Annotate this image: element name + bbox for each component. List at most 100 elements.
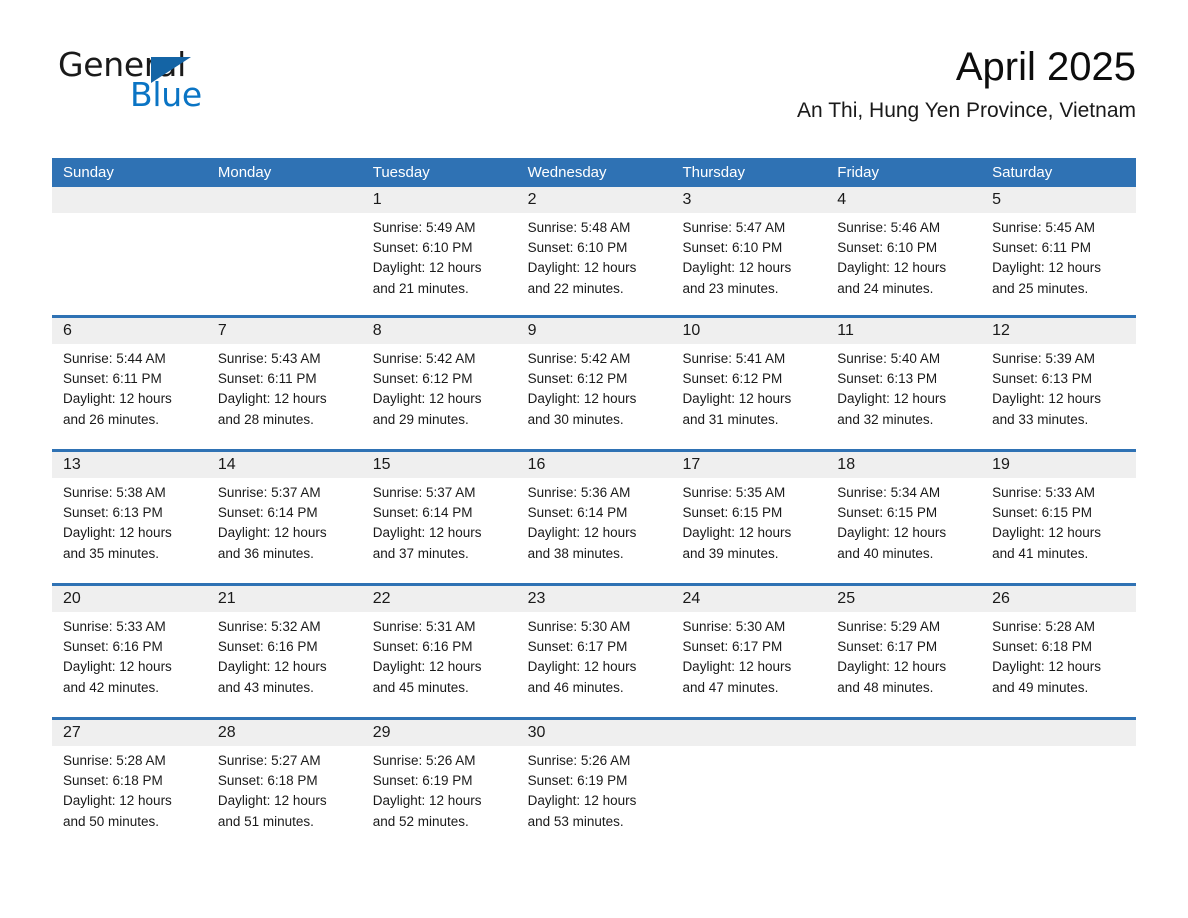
- day-sun-info: Sunrise: 5:30 AM Sunset: 6:17 PM Daylight:…: [682, 612, 826, 698]
- calendar-week-row: 27 Sunrise: 5:28 AM Sunset: 6:18 PM Dayligh…: [52, 717, 1136, 840]
- day-info-line: and 23 minutes.: [682, 280, 779, 296]
- day-info-line: Daylight: 12 hours: [217, 525, 327, 541]
- day-cell[interactable]: 18 Sunrise: 5:34 AM Sunset: 6:15 PM Dayligh…: [826, 452, 981, 583]
- day-number: 18: [837, 456, 856, 473]
- day-sun-info: [992, 746, 1136, 751]
- day-cell[interactable]: 7 Sunrise: 5:43 AM Sunset: 6:11 PM Daylight…: [207, 318, 362, 449]
- day-cell[interactable]: 26 Sunrise: 5:28 AM Sunset: 6:18 PM Dayligh…: [981, 586, 1136, 717]
- day-cell[interactable]: 20 Sunrise: 5:33 AM Sunset: 6:16 PM Dayligh…: [52, 586, 207, 717]
- day-info-line: and 29 minutes.: [372, 411, 469, 427]
- day-info-line: Sunrise: 5:43 AM: [217, 351, 321, 366]
- day-cell[interactable]: 2 Sunrise: 5:48 AM Sunset: 6:10 PM Daylight…: [517, 187, 672, 315]
- day-info-line: and 42 minutes.: [63, 679, 160, 695]
- day-info-line: Sunrise: 5:28 AM: [63, 753, 166, 768]
- day-info-line: Sunrise: 5:45 AM: [992, 220, 1095, 235]
- day-info-line: and 45 minutes.: [372, 679, 469, 695]
- day-info-line: Sunset: 6:12 PM: [527, 371, 628, 387]
- day-info-line: Sunrise: 5:47 AM: [682, 220, 786, 235]
- day-sun-info: Sunrise: 5:36 AM Sunset: 6:14 PM Daylight:…: [528, 478, 672, 564]
- day-cell[interactable]: 27 Sunrise: 5:28 AM Sunset: 6:18 PM Dayligh…: [52, 720, 207, 840]
- day-number: 28: [217, 724, 236, 741]
- day-info-line: Daylight: 12 hours: [372, 260, 482, 276]
- day-cells: 13 Sunrise: 5:38 AM Sunset: 6:13 PM Dayligh…: [52, 452, 1136, 583]
- day-info-line: Sunrise: 5:48 AM: [527, 220, 631, 235]
- day-cell[interactable]: 23 Sunrise: 5:30 AM Sunset: 6:17 PM Dayligh…: [517, 586, 672, 717]
- day-cell[interactable]: 11 Sunrise: 5:40 AM Sunset: 6:13 PM Dayligh…: [826, 318, 981, 449]
- day-info-line: Daylight: 12 hours: [372, 391, 482, 407]
- day-info-line: Daylight: 12 hours: [372, 525, 482, 541]
- day-cell[interactable]: 22 Sunrise: 5:31 AM Sunset: 6:16 PM Dayligh…: [362, 586, 517, 717]
- day-cell[interactable]: 14 Sunrise: 5:37 AM Sunset: 6:14 PM Dayligh…: [207, 452, 362, 583]
- day-info-line: and 32 minutes.: [837, 411, 934, 427]
- day-cell-empty: [826, 720, 981, 840]
- day-cell[interactable]: 1 Sunrise: 5:49 AM Sunset: 6:10 PM Daylight…: [362, 187, 517, 315]
- day-cell[interactable]: 13 Sunrise: 5:38 AM Sunset: 6:13 PM Dayligh…: [52, 452, 207, 583]
- day-info-line: Sunset: 6:18 PM: [217, 773, 318, 789]
- day-info-line: Sunrise: 5:40 AM: [837, 351, 941, 366]
- day-info-line: Daylight: 12 hours: [527, 659, 637, 675]
- day-info-line: Sunset: 6:14 PM: [372, 505, 473, 521]
- day-cell[interactable]: 15 Sunrise: 5:37 AM Sunset: 6:14 PM Dayligh…: [362, 452, 517, 583]
- day-sun-info: Sunrise: 5:27 AM Sunset: 6:18 PM Daylight:…: [218, 746, 362, 832]
- day-info-line: Daylight: 12 hours: [992, 525, 1101, 541]
- day-sun-info: Sunrise: 5:42 AM Sunset: 6:12 PM Daylight:…: [373, 344, 517, 430]
- day-sun-info: Sunrise: 5:34 AM Sunset: 6:15 PM Daylight:…: [837, 478, 981, 564]
- day-cell[interactable]: 17 Sunrise: 5:35 AM Sunset: 6:15 PM Dayligh…: [671, 452, 826, 583]
- day-info-line: Sunset: 6:10 PM: [372, 240, 473, 256]
- day-info-line: Sunrise: 5:38 AM: [63, 485, 166, 500]
- day-info-line: Daylight: 12 hours: [837, 525, 947, 541]
- day-info-line: Sunset: 6:12 PM: [682, 371, 783, 387]
- day-cell[interactable]: 10 Sunrise: 5:41 AM Sunset: 6:12 PM Dayligh…: [671, 318, 826, 449]
- day-number: 11: [837, 322, 854, 339]
- day-cell[interactable]: 16 Sunrise: 5:36 AM Sunset: 6:14 PM Dayligh…: [517, 452, 672, 583]
- day-cell-empty: [671, 720, 826, 840]
- day-sun-info: Sunrise: 5:29 AM Sunset: 6:17 PM Daylight:…: [837, 612, 981, 698]
- day-sun-info: Sunrise: 5:45 AM Sunset: 6:11 PM Daylight:…: [992, 213, 1136, 299]
- day-info-line: Daylight: 12 hours: [682, 260, 792, 276]
- day-cell-empty: [52, 187, 207, 315]
- day-info-line: and 33 minutes.: [992, 411, 1089, 427]
- day-info-line: Sunrise: 5:36 AM: [527, 485, 631, 500]
- day-info-line: Daylight: 12 hours: [63, 525, 172, 541]
- day-info-line: Sunset: 6:11 PM: [217, 371, 317, 387]
- day-sun-info: Sunrise: 5:28 AM Sunset: 6:18 PM Daylight:…: [992, 612, 1136, 698]
- day-number: 23: [527, 590, 546, 607]
- day-cell[interactable]: 24 Sunrise: 5:30 AM Sunset: 6:17 PM Dayligh…: [671, 586, 826, 717]
- day-cell[interactable]: 3 Sunrise: 5:47 AM Sunset: 6:10 PM Daylight…: [671, 187, 826, 315]
- day-sun-info: Sunrise: 5:37 AM Sunset: 6:14 PM Daylight:…: [218, 478, 362, 564]
- day-info-line: Sunrise: 5:26 AM: [372, 753, 476, 768]
- day-cell[interactable]: 19 Sunrise: 5:33 AM Sunset: 6:15 PM Dayligh…: [981, 452, 1136, 583]
- day-number: 2: [527, 191, 537, 208]
- day-info-line: Sunrise: 5:49 AM: [372, 220, 476, 235]
- day-info-line: Daylight: 12 hours: [682, 659, 792, 675]
- day-info-line: Sunset: 6:16 PM: [372, 639, 473, 655]
- day-cell[interactable]: 29 Sunrise: 5:26 AM Sunset: 6:19 PM Dayligh…: [362, 720, 517, 840]
- day-sun-info: Sunrise: 5:39 AM Sunset: 6:13 PM Daylight:…: [992, 344, 1136, 430]
- day-cell[interactable]: 4 Sunrise: 5:46 AM Sunset: 6:10 PM Daylight…: [826, 187, 981, 315]
- day-info-line: Daylight: 12 hours: [217, 659, 327, 675]
- page-title: April 2025: [955, 45, 1136, 89]
- day-number: [992, 720, 1136, 746]
- day-info-line: Sunset: 6:18 PM: [63, 773, 163, 789]
- day-info-line: Sunset: 6:14 PM: [217, 505, 318, 521]
- day-info-line: Sunset: 6:14 PM: [527, 505, 628, 521]
- day-sun-info: Sunrise: 5:26 AM Sunset: 6:19 PM Daylight:…: [528, 746, 672, 832]
- day-cell[interactable]: 9 Sunrise: 5:42 AM Sunset: 6:12 PM Daylight…: [517, 318, 672, 449]
- day-info-line: Sunset: 6:16 PM: [63, 639, 163, 655]
- day-cell[interactable]: 5 Sunrise: 5:45 AM Sunset: 6:11 PM Daylight…: [981, 187, 1136, 315]
- day-info-line: and 39 minutes.: [682, 545, 779, 561]
- day-info-line: Sunrise: 5:32 AM: [217, 619, 321, 634]
- general-blue-logo[interactable]: General Blue: [58, 48, 378, 118]
- day-cell[interactable]: 28 Sunrise: 5:27 AM Sunset: 6:18 PM Dayligh…: [207, 720, 362, 840]
- day-cell[interactable]: 25 Sunrise: 5:29 AM Sunset: 6:17 PM Dayligh…: [826, 586, 981, 717]
- day-sun-info: Sunrise: 5:43 AM Sunset: 6:11 PM Daylight:…: [218, 344, 362, 430]
- day-cell[interactable]: 6 Sunrise: 5:44 AM Sunset: 6:11 PM Daylight…: [52, 318, 207, 449]
- day-cell[interactable]: 12 Sunrise: 5:39 AM Sunset: 6:13 PM Dayligh…: [981, 318, 1136, 449]
- day-cell[interactable]: 21 Sunrise: 5:32 AM Sunset: 6:16 PM Dayligh…: [207, 586, 362, 717]
- day-info-line: and 35 minutes.: [63, 545, 160, 561]
- day-info-line: Sunset: 6:11 PM: [63, 371, 162, 387]
- calendar-weeks: 1 Sunrise: 5:49 AM Sunset: 6:10 PM Daylight…: [52, 187, 1136, 840]
- day-number: 20: [63, 590, 81, 607]
- day-cell[interactable]: 30 Sunrise: 5:26 AM Sunset: 6:19 PM Dayligh…: [517, 720, 672, 840]
- day-cell[interactable]: 8 Sunrise: 5:42 AM Sunset: 6:12 PM Daylight…: [362, 318, 517, 449]
